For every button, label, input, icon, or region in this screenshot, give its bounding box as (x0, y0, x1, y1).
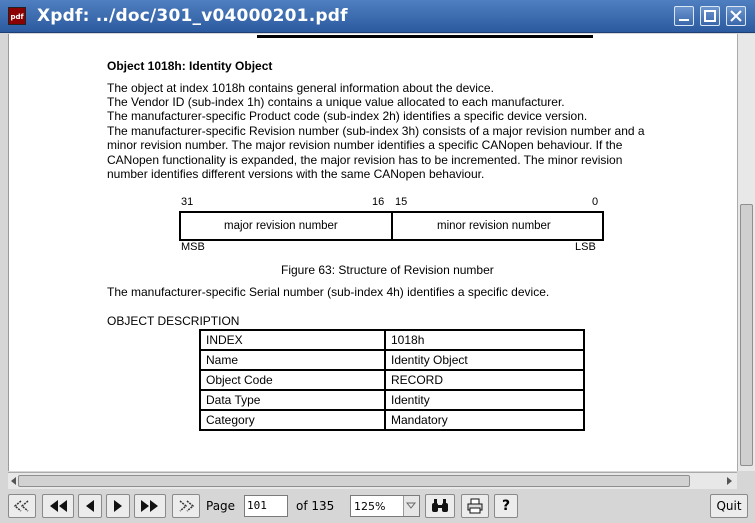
printer-icon (467, 498, 483, 514)
paragraph-line: CANopen functionality is expanded, the m… (107, 153, 623, 167)
table-key: Data Type (199, 389, 386, 411)
minimize-icon (679, 19, 689, 21)
zoom-dropdown-button[interactable] (403, 496, 419, 516)
serial-number-text: The manufacturer-specific Serial number … (107, 285, 550, 299)
bit-31-label: 31 (181, 196, 194, 208)
table-key: INDEX (199, 329, 386, 351)
horizontal-scroll-thumb[interactable] (18, 475, 690, 487)
paragraph-line: The manufacturer-specific Revision numbe… (107, 124, 645, 138)
object-description-table: INDEX 1018h Name Identity Object Object … (199, 329, 585, 431)
vertical-scrollbar[interactable] (737, 34, 755, 471)
forward-history-button[interactable] (172, 494, 200, 518)
title-bar[interactable]: pdf Xpdf: ../doc/301_v04000201.pdf (0, 0, 755, 33)
section-heading: Object 1018h: Identity Object (107, 59, 273, 73)
binoculars-icon (432, 499, 448, 512)
page-label: Page (206, 499, 236, 513)
maximize-icon (704, 10, 716, 22)
close-icon (730, 10, 742, 22)
left-arrow-icon (86, 500, 94, 512)
bottom-toolbar: Page 101 of 135 125% ? Quit (0, 490, 755, 523)
quit-button[interactable]: Quit (710, 494, 748, 518)
table-value: RECORD (384, 369, 585, 391)
paragraph-line: minor revision number. The major revisio… (107, 138, 623, 152)
table-key: Category (199, 409, 386, 431)
table-value: 1018h (384, 329, 585, 351)
scroll-right-icon[interactable] (723, 475, 735, 487)
minor-revision-label: minor revision number (437, 220, 551, 232)
maximize-button[interactable] (700, 6, 720, 26)
help-button[interactable]: ? (494, 494, 518, 518)
double-right-arrow-icon (141, 500, 158, 512)
paragraph-line: number identifies different versions wit… (107, 167, 485, 181)
pdf-page: Object 1018h: Identity Object The object… (9, 34, 755, 471)
object-description-label: OBJECT DESCRIPTION (107, 314, 240, 328)
msb-label: MSB (181, 241, 205, 253)
next-page-button[interactable] (106, 494, 130, 518)
bit-0-label: 0 (592, 196, 599, 208)
bit-16-label: 16 (372, 196, 385, 208)
major-revision-label: major revision number (224, 220, 338, 232)
table-key: Object Code (199, 369, 386, 391)
page-count: of 135 (296, 499, 335, 513)
table-row: INDEX 1018h (199, 329, 585, 351)
app-icon: pdf (8, 7, 26, 25)
figure-caption: Figure 63: Structure of Revision number (281, 263, 494, 277)
lsb-label: LSB (575, 241, 596, 253)
zoom-value: 125% (354, 500, 386, 513)
bit-15-label: 15 (395, 196, 408, 208)
paragraph-line: The manufacturer-specific Product code (… (107, 109, 588, 123)
chevron-down-icon (405, 502, 417, 509)
right-arrow-icon (114, 500, 122, 512)
dashed-back-icon (13, 500, 29, 512)
table-value: Identity (384, 389, 585, 411)
table-row: Object Code RECORD (199, 369, 585, 391)
previous-page-button[interactable] (78, 494, 102, 518)
document-view[interactable]: Object 1018h: Identity Object The object… (8, 34, 755, 471)
table-row: Name Identity Object (199, 349, 585, 371)
double-left-arrow-icon (50, 500, 67, 512)
table-row: Data Type Identity (199, 389, 585, 411)
table-key: Name (199, 349, 386, 371)
paragraph-line: The object at index 1018h contains gener… (107, 81, 494, 95)
table-value: Mandatory (384, 409, 585, 431)
page-top-rule (257, 35, 593, 38)
print-button[interactable] (461, 494, 489, 518)
revision-divider (391, 213, 393, 239)
find-button[interactable] (425, 494, 455, 518)
table-row: Category Mandatory (199, 409, 585, 431)
first-page-button[interactable] (42, 494, 74, 518)
zoom-select[interactable]: 125% (350, 495, 420, 517)
paragraph-line: The Vendor ID (sub-index 1h) contains a … (107, 95, 565, 109)
table-value: Identity Object (384, 349, 585, 371)
minimize-button[interactable] (674, 6, 694, 26)
close-button[interactable] (726, 6, 746, 26)
window-title: Xpdf: ../doc/301_v04000201.pdf (37, 6, 348, 26)
back-history-button[interactable] (8, 494, 36, 518)
vertical-scroll-thumb[interactable] (740, 204, 753, 466)
horizontal-scrollbar[interactable] (8, 472, 737, 489)
last-page-button[interactable] (134, 494, 166, 518)
dashed-forward-icon (179, 500, 195, 512)
revision-structure-box: major revision number minor revision num… (179, 211, 604, 241)
page-number-input[interactable]: 101 (244, 495, 288, 517)
